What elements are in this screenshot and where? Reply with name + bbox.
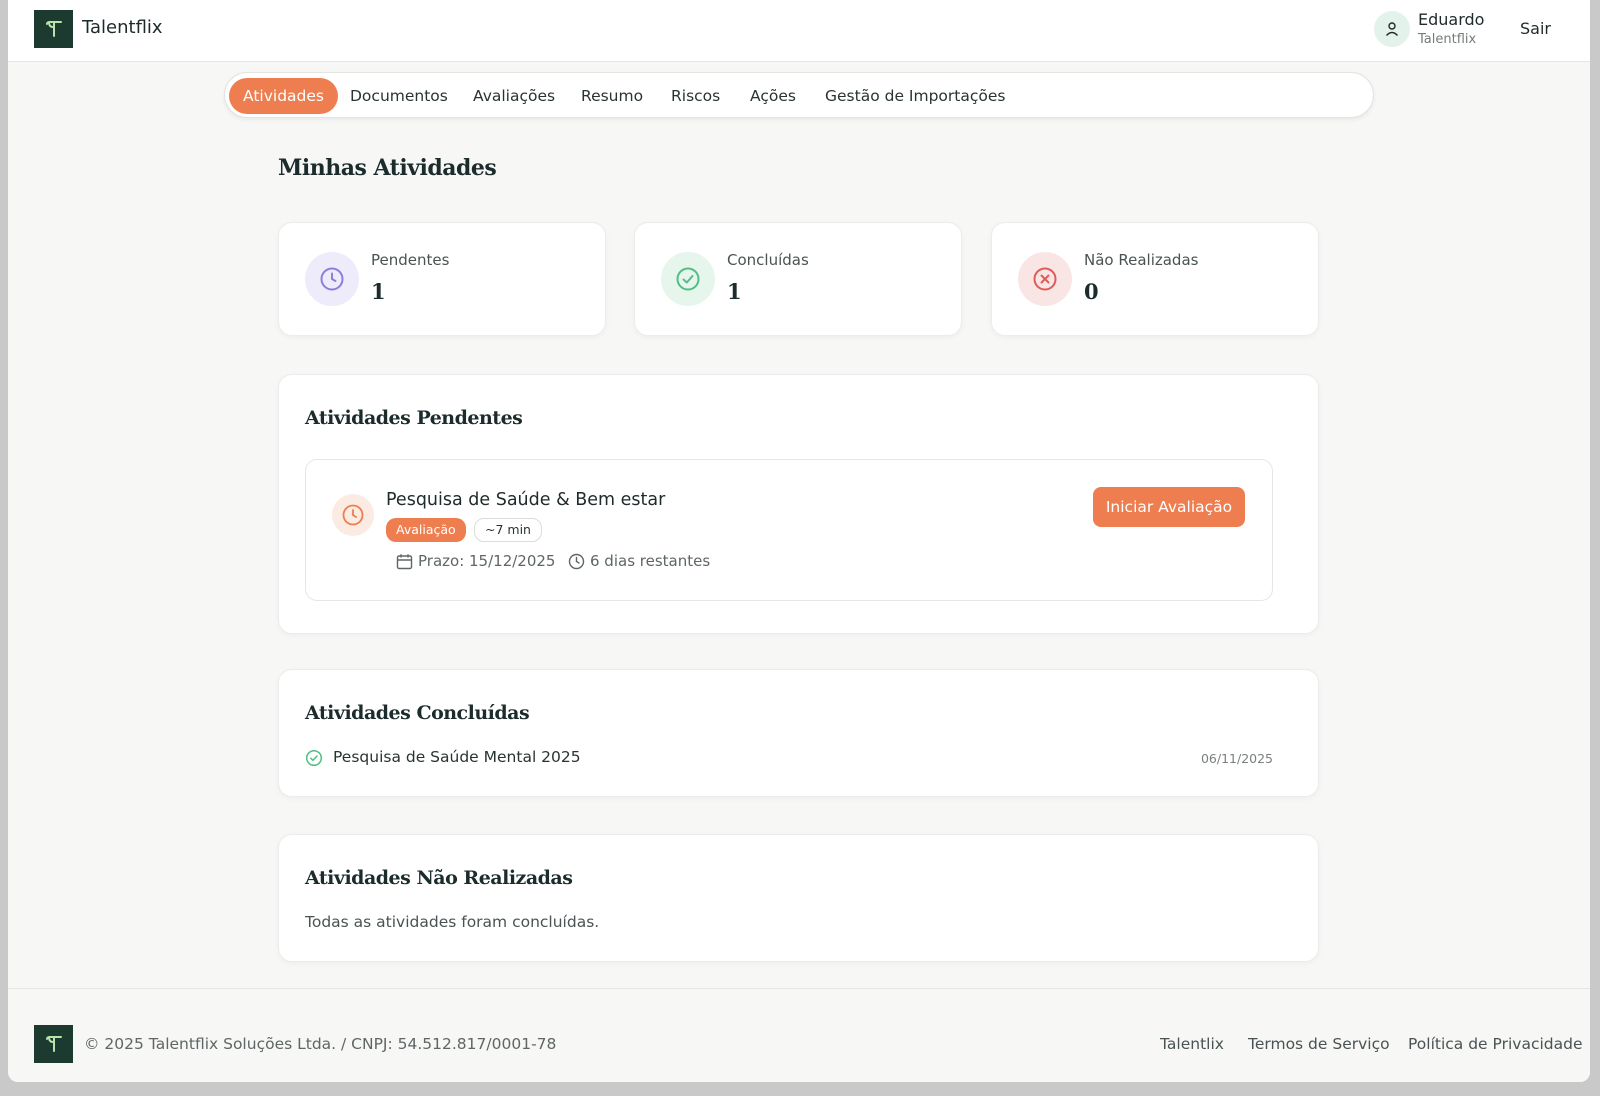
task-remaining-text: 6 dias restantes — [590, 552, 711, 570]
user-avatar[interactable] — [1374, 11, 1410, 47]
top-bar: Talentflix Eduardo Talentflix Sair — [8, 0, 1590, 62]
footer-logo[interactable] — [34, 1025, 73, 1063]
footer-copyright: © 2025 Talentflix Soluções Ltda. / CNPJ:… — [84, 1035, 557, 1053]
stat-value: 1 — [727, 279, 742, 304]
page-title: Minhas Atividades — [278, 155, 497, 181]
stat-card-concluidas: Concluídas 1 — [634, 222, 962, 336]
check-circle-icon — [305, 749, 323, 767]
logo-icon — [45, 21, 62, 37]
logout-button[interactable]: Sair — [1520, 19, 1551, 38]
pending-task-item: Pesquisa de Saúde & Bem estar Avaliação … — [305, 459, 1273, 601]
user-organization: Talentflix — [1418, 32, 1477, 47]
logo-icon — [45, 1036, 62, 1052]
brand-logo[interactable] — [34, 10, 73, 48]
task-deadline: Prazo: 15/12/2025 — [396, 552, 555, 570]
section-title: Atividades Pendentes — [305, 407, 523, 429]
app-window: Talentflix Eduardo Talentflix Sair Ativi… — [8, 0, 1590, 1082]
pending-activities-card: Atividades Pendentes Pesquisa de Saúde &… — [278, 374, 1319, 634]
tab-acoes[interactable]: Ações — [736, 78, 810, 114]
x-circle-icon — [1033, 267, 1057, 291]
tab-riscos[interactable]: Riscos — [657, 78, 734, 114]
clock-icon — [568, 553, 585, 569]
brand-name: Talentflix — [82, 17, 163, 38]
stat-card-nao-realizadas: Não Realizadas 0 — [991, 222, 1319, 336]
task-remaining: 6 dias restantes — [568, 552, 710, 570]
tab-documentos[interactable]: Documentos — [336, 78, 462, 114]
section-title: Atividades Não Realizadas — [305, 867, 573, 889]
task-title: Pesquisa de Saúde & Bem estar — [386, 490, 666, 510]
stat-value: 1 — [371, 279, 386, 304]
task-icon-wrap — [332, 494, 374, 536]
main-tabs: Atividades Documentos Avaliações Resumo … — [224, 72, 1374, 118]
completed-item-date: 06/11/2025 — [1200, 751, 1273, 766]
stat-icon-wrap — [1018, 252, 1072, 306]
task-deadline-text: Prazo: 15/12/2025 — [418, 552, 556, 570]
clock-icon — [320, 267, 344, 291]
completed-item-title: Pesquisa de Saúde Mental 2025 — [333, 748, 581, 766]
check-circle-icon — [676, 267, 700, 291]
tab-resumo[interactable]: Resumo — [567, 78, 657, 114]
calendar-icon — [396, 553, 413, 569]
start-evaluation-button[interactable]: Iniciar Avaliação — [1093, 487, 1245, 527]
clock-icon — [342, 504, 364, 526]
tab-gestao-importacoes[interactable]: Gestão de Importações — [811, 78, 1019, 114]
task-duration-badge: ~7 min — [474, 518, 542, 542]
stat-label: Não Realizadas — [1084, 251, 1199, 269]
stat-icon-wrap — [661, 252, 715, 306]
stat-value: 0 — [1084, 279, 1099, 304]
footer-link-talentlix[interactable]: Talentlix — [1160, 1035, 1224, 1053]
stat-label: Pendentes — [371, 251, 450, 269]
stat-label: Concluídas — [727, 251, 809, 269]
section-title: Atividades Concluídas — [305, 702, 530, 724]
user-icon — [1385, 22, 1399, 36]
footer-link-privacy[interactable]: Política de Privacidade — [1408, 1035, 1583, 1053]
not-done-activities-card: Atividades Não Realizadas Todas as ativi… — [278, 834, 1319, 962]
footer-link-terms[interactable]: Termos de Serviço — [1248, 1035, 1390, 1053]
user-name: Eduardo — [1418, 10, 1485, 29]
completed-activities-card: Atividades Concluídas Pesquisa de Saúde … — [278, 669, 1319, 797]
tab-atividades[interactable]: Atividades — [229, 78, 338, 114]
completed-item[interactable]: Pesquisa de Saúde Mental 2025 06/11/2025 — [305, 748, 1273, 768]
footer: © 2025 Talentflix Soluções Ltda. / CNPJ:… — [8, 988, 1590, 1082]
tab-avaliacoes[interactable]: Avaliações — [459, 78, 569, 114]
task-type-badge: Avaliação — [386, 518, 466, 542]
empty-state-text: Todas as atividades foram concluídas. — [305, 913, 600, 931]
stat-icon-wrap — [305, 252, 359, 306]
stat-card-pendentes: Pendentes 1 — [278, 222, 606, 336]
